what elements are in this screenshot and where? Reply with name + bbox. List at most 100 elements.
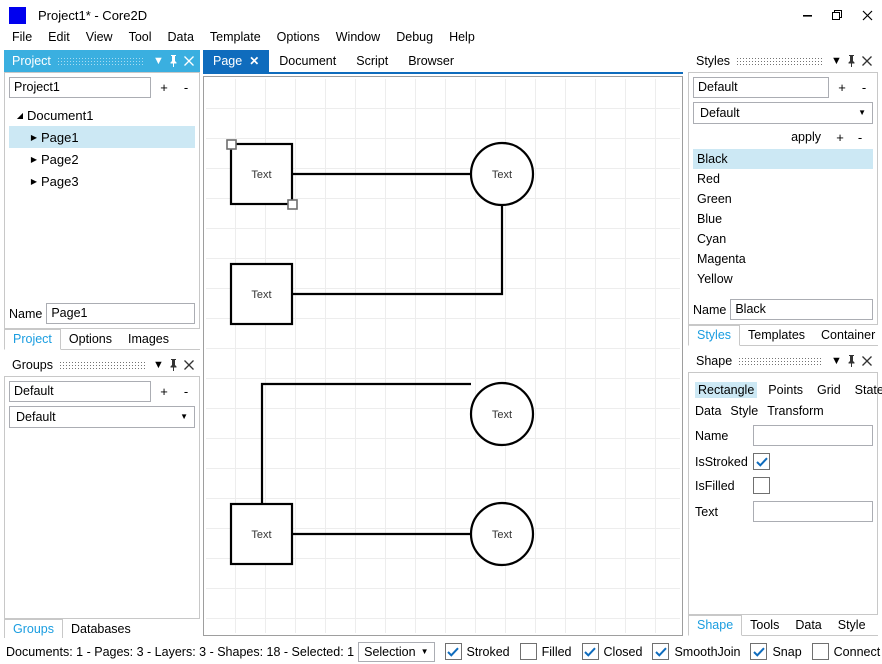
tab-container[interactable]: Container: [813, 326, 882, 345]
closed-checkbox[interactable]: [581, 643, 599, 660]
tab-project[interactable]: Project: [4, 329, 61, 350]
tab-shape[interactable]: Shape: [688, 615, 743, 636]
style-item-red[interactable]: Red: [693, 169, 873, 189]
menu-edit[interactable]: Edit: [40, 28, 78, 46]
tree-item-document1[interactable]: ◢ Document1: [9, 104, 195, 126]
style-item-green[interactable]: Green: [693, 189, 873, 209]
tree-item-page1[interactable]: ▶ Page1: [9, 126, 195, 148]
tab-page[interactable]: Page ✕: [203, 50, 270, 72]
close-panel-icon[interactable]: [859, 52, 874, 70]
shape-subtab-data[interactable]: Data: [695, 404, 721, 418]
tab-style[interactable]: Style: [830, 616, 874, 635]
smoothjoin-checkbox[interactable]: [652, 643, 670, 660]
pin-icon[interactable]: [844, 52, 859, 70]
shape-isfilled-checkbox[interactable]: [753, 477, 770, 494]
expander-closed-icon[interactable]: ▶: [27, 177, 41, 186]
close-panel-icon[interactable]: [859, 352, 874, 370]
snap-checkbox[interactable]: [750, 643, 768, 660]
shape-text-input[interactable]: [753, 501, 873, 522]
panel-drag-grip[interactable]: [738, 357, 823, 365]
menu-window[interactable]: Window: [328, 28, 388, 46]
menu-tool[interactable]: Tool: [121, 28, 160, 46]
shape-name-input[interactable]: [753, 425, 873, 446]
style-item-magenta[interactable]: Magenta: [693, 249, 873, 269]
groups-name-input[interactable]: Default: [9, 381, 151, 402]
close-panel-icon[interactable]: [181, 52, 196, 70]
style-item-black[interactable]: Black: [693, 149, 873, 169]
apply-button[interactable]: apply: [791, 130, 821, 144]
project-selected-name-input[interactable]: Page1: [46, 303, 195, 324]
pin-icon[interactable]: [166, 356, 181, 374]
style-remove-button[interactable]: -: [851, 127, 869, 147]
menu-options[interactable]: Options: [269, 28, 328, 46]
styles-combo[interactable]: Default ▼: [693, 102, 873, 124]
tab-tools[interactable]: Tools: [742, 616, 787, 635]
tab-data[interactable]: Data: [787, 616, 829, 635]
styles-name-input[interactable]: Default: [693, 77, 829, 98]
styles-panel-header[interactable]: Styles ▼: [688, 50, 878, 72]
tab-browser[interactable]: Browser: [398, 50, 464, 72]
tab-options[interactable]: Options: [61, 330, 120, 349]
connect-checkbox[interactable]: [811, 643, 829, 660]
style-item-yellow[interactable]: Yellow: [693, 269, 873, 289]
shape-panel-header[interactable]: Shape ▼: [688, 350, 878, 372]
panel-drag-grip[interactable]: [59, 361, 145, 369]
tab-groups[interactable]: Groups: [4, 619, 63, 640]
tab-databases[interactable]: Databases: [63, 620, 139, 639]
tree-item-page3[interactable]: ▶ Page3: [9, 170, 195, 192]
styles-selected-name-input[interactable]: Black: [730, 299, 873, 320]
status-smoothjoin[interactable]: SmoothJoin: [652, 643, 740, 660]
project-panel-header[interactable]: Project ▼: [4, 50, 200, 72]
menu-file[interactable]: File: [4, 28, 40, 46]
status-filled[interactable]: Filled: [519, 643, 572, 660]
shape-subtab-style[interactable]: Style: [730, 404, 758, 418]
stroked-checkbox[interactable]: [444, 643, 462, 660]
tab-images[interactable]: Images: [120, 330, 177, 349]
status-snap[interactable]: Snap: [750, 643, 802, 660]
shape-isstroked-checkbox[interactable]: [753, 453, 770, 470]
style-item-cyan[interactable]: Cyan: [693, 229, 873, 249]
menu-help[interactable]: Help: [441, 28, 483, 46]
filled-checkbox[interactable]: [519, 643, 537, 660]
tree-item-page2[interactable]: ▶ Page2: [9, 148, 195, 170]
groups-remove-button[interactable]: -: [177, 382, 195, 402]
tab-styles[interactable]: Styles: [688, 325, 741, 346]
status-closed[interactable]: Closed: [581, 643, 642, 660]
panel-drag-grip[interactable]: [56, 57, 145, 65]
menu-data[interactable]: Data: [160, 28, 202, 46]
canvas-viewport[interactable]: Text Text Text Text Text Text: [203, 76, 683, 636]
menu-debug[interactable]: Debug: [388, 28, 441, 46]
expander-closed-icon[interactable]: ▶: [27, 155, 41, 164]
groups-panel-header[interactable]: Groups ▼: [4, 354, 200, 376]
menu-template[interactable]: Template: [202, 28, 269, 46]
panel-drag-grip[interactable]: [736, 57, 823, 65]
canvas-surface[interactable]: Text Text Text Text Text Text: [206, 79, 680, 633]
tab-document[interactable]: Document: [269, 50, 346, 72]
pin-icon[interactable]: [166, 52, 181, 70]
groups-add-button[interactable]: +: [155, 382, 173, 402]
status-mode-combo[interactable]: Selection ▼: [358, 641, 435, 662]
shape-tab-rectangle[interactable]: Rectangle: [695, 382, 758, 398]
project-add-button[interactable]: +: [155, 78, 173, 98]
close-tab-icon[interactable]: ✕: [249, 54, 259, 68]
shape-tab-state[interactable]: State: [852, 382, 882, 398]
shape-subtab-transform[interactable]: Transform: [767, 404, 824, 418]
tab-templates[interactable]: Templates: [740, 326, 813, 345]
menu-view[interactable]: View: [78, 28, 121, 46]
style-add-button[interactable]: +: [831, 127, 849, 147]
expander-closed-icon[interactable]: ▶: [27, 133, 41, 142]
chevron-down-icon[interactable]: ▼: [829, 352, 844, 370]
chevron-down-icon[interactable]: ▼: [829, 52, 844, 70]
status-stroked[interactable]: Stroked: [444, 643, 510, 660]
styles-remove-button[interactable]: -: [855, 78, 873, 98]
status-connect[interactable]: Connect: [811, 643, 880, 660]
styles-add-button[interactable]: +: [833, 78, 851, 98]
shape-tab-points[interactable]: Points: [765, 382, 806, 398]
project-name-input[interactable]: Project1: [9, 77, 151, 98]
groups-combo[interactable]: Default ▼: [9, 406, 195, 428]
expander-open-icon[interactable]: ◢: [13, 111, 27, 120]
chevron-down-icon[interactable]: ▼: [151, 52, 166, 70]
project-remove-button[interactable]: -: [177, 78, 195, 98]
tab-script[interactable]: Script: [346, 50, 398, 72]
chevron-down-icon[interactable]: ▼: [151, 356, 166, 374]
